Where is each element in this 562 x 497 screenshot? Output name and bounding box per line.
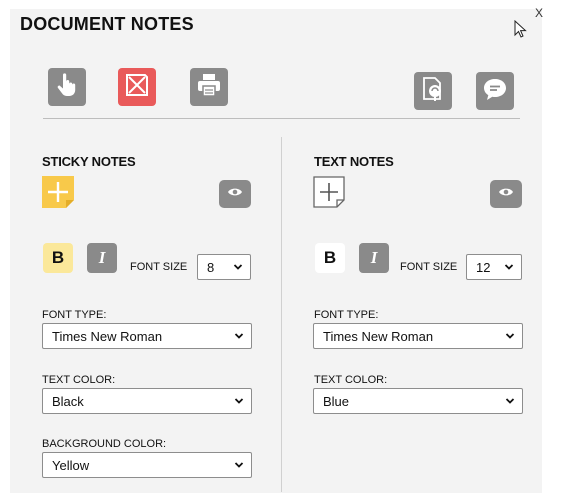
text-notes-font-type-value: Times New Roman <box>323 328 434 344</box>
sticky-font-type-value: Times New Roman <box>52 328 163 344</box>
sticky-font-size-label: FONT SIZE <box>130 261 188 273</box>
text-notes-font-size-select[interactable]: 12 <box>466 254 522 280</box>
panel-title: DOCUMENT NOTES <box>20 14 194 34</box>
chevron-down-icon <box>233 264 243 270</box>
sticky-font-type-select[interactable]: Times New Roman <box>42 323 252 349</box>
text-notes-text-color-value: Blue <box>323 393 350 409</box>
sticky-text-color-select[interactable]: Black <box>42 388 252 414</box>
sticky-font-size-select[interactable]: 8 <box>197 254 251 280</box>
close-button[interactable]: X <box>535 6 543 20</box>
speech-bubble-icon <box>481 75 509 108</box>
chevron-down-icon <box>505 333 515 339</box>
select-tool-button[interactable] <box>48 68 86 106</box>
document-search-icon <box>419 75 447 108</box>
text-notes-bold-button[interactable]: B <box>315 243 345 273</box>
mouse-cursor-icon <box>514 19 528 45</box>
text-notes-text-color-label: TEXT COLOR: <box>314 374 388 386</box>
sticky-italic-button[interactable]: I <box>87 243 117 273</box>
printer-icon <box>196 72 222 103</box>
eye-icon <box>498 185 514 203</box>
document-search-button[interactable] <box>414 72 452 110</box>
sticky-font-size-value: 8 <box>207 259 215 275</box>
sticky-text-color-label: TEXT COLOR: <box>42 374 116 386</box>
sticky-bold-button[interactable]: B <box>43 243 73 273</box>
chevron-down-icon <box>234 398 244 404</box>
text-notes-text-color-select[interactable]: Blue <box>313 388 523 414</box>
text-notes-italic-button[interactable]: I <box>359 243 389 273</box>
eye-icon <box>227 185 243 203</box>
sticky-background-color-label: BACKGROUND COLOR: <box>42 438 167 450</box>
add-sticky-note-icon <box>42 176 74 212</box>
sticky-background-color-value: Yellow <box>52 457 90 473</box>
comment-button[interactable] <box>476 72 514 110</box>
sticky-text-color-value: Black <box>52 393 84 409</box>
chevron-down-icon <box>504 264 514 270</box>
text-notes-title: TEXT NOTES <box>314 154 394 169</box>
chevron-down-icon <box>234 462 244 468</box>
toolbar-divider <box>43 118 520 119</box>
text-notes-font-size-label: FONT SIZE <box>400 261 458 273</box>
text-notes-font-size-value: 12 <box>476 259 491 275</box>
delete-note-icon <box>123 71 151 104</box>
add-text-note-button[interactable] <box>313 176 345 208</box>
text-notes-visibility-toggle[interactable] <box>490 180 522 208</box>
add-text-note-icon <box>313 176 345 212</box>
sticky-notes-title: STICKY NOTES <box>42 154 136 169</box>
sticky-visibility-toggle[interactable] <box>219 180 251 208</box>
column-divider <box>281 137 282 492</box>
sticky-background-color-select[interactable]: Yellow <box>42 452 252 478</box>
text-notes-font-type-select[interactable]: Times New Roman <box>313 323 523 349</box>
add-sticky-note-button[interactable] <box>42 176 74 208</box>
hand-pointer-icon <box>54 72 80 103</box>
sticky-font-type-label: FONT TYPE: <box>42 309 107 321</box>
text-notes-font-type-label: FONT TYPE: <box>314 309 379 321</box>
delete-note-button[interactable] <box>118 68 156 106</box>
chevron-down-icon <box>505 398 515 404</box>
print-button[interactable] <box>190 68 228 106</box>
chevron-down-icon <box>234 333 244 339</box>
